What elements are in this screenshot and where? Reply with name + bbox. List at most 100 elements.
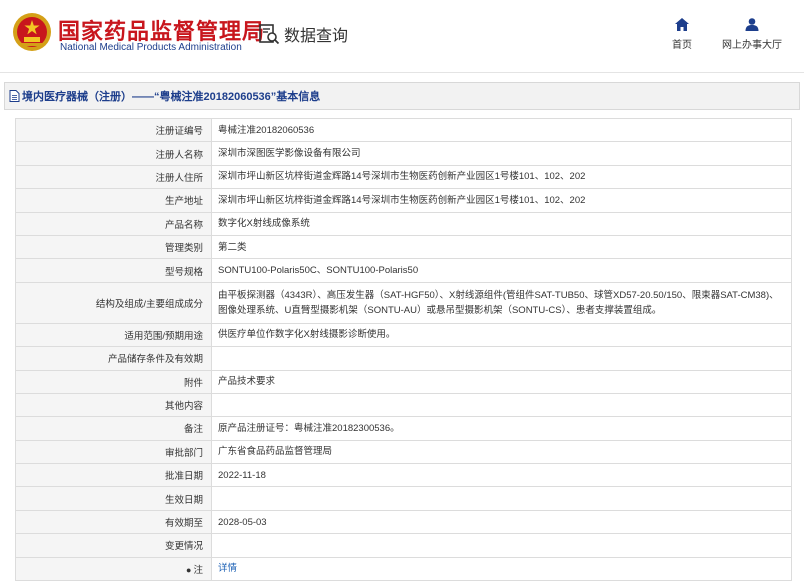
nav-online-service-hall-label: 网上办事大厅 (722, 40, 782, 51)
field-value-text: 原产品注册证号：粤械注准20182300536。 (218, 422, 400, 434)
field-value (211, 486, 792, 511)
table-row: 适用范围/预期用途 供医疗单位作数字化X射线摄影诊断使用。 (15, 322, 792, 348)
field-value: 深圳市坪山新区坑梓街道金辉路14号深圳市生物医药创新产业园区1号楼101、102… (211, 188, 792, 213)
field-value: 产品技术要求 (211, 369, 792, 394)
home-icon (675, 18, 689, 31)
field-value: 数字化X射线成像系统 (211, 211, 792, 236)
pin-icon: ● (186, 564, 192, 575)
field-value: 第二类 (211, 234, 792, 260)
field-value: 广东省食品药品监督管理局 (211, 439, 792, 465)
table-row: 生效日期 (15, 486, 792, 511)
field-label-text: 注册人名称 (155, 149, 203, 161)
field-value-text: 2028-05-03 (218, 516, 267, 528)
field-label-text: 产品储存条件及有效期 (107, 354, 203, 366)
site-name-en[interactable]: National Medical Products Administration (60, 42, 242, 53)
field-value-text: 深圳市坪山新区坑梓街道金辉路14号深圳市生物医药创新产业园区1号楼101、102… (218, 171, 586, 183)
field-label: 产品名称 (15, 211, 212, 236)
field-value-text: 深圳市坪山新区坑梓街道金辉路14号深圳市生物医药创新产业园区1号楼101、102… (218, 194, 586, 206)
field-label-text: 批准日期 (164, 471, 203, 483)
field-value: 供医疗单位作数字化X射线摄影诊断使用。 (211, 322, 792, 348)
field-value (211, 392, 792, 418)
field-value-text: SONTU100-Polaris50C、SONTU100-Polaris50 (218, 265, 419, 277)
field-label: 型号规格 (15, 258, 212, 283)
field-value-text: 广东省食品药品监督管理局 (218, 446, 333, 458)
field-label-text: 注 (193, 564, 203, 576)
field-label-text: 生效日期 (164, 494, 203, 506)
field-label: 审批部门 (15, 439, 212, 465)
field-value-text: 由平板探测器（4343R）、高压发生器（SAT-HGF50）、X射线源组件(管组… (218, 289, 779, 316)
field-label-text: 有效期至 (164, 518, 203, 530)
document-icon (9, 90, 20, 102)
field-label: 注册人名称 (15, 141, 212, 166)
field-label-text: 注册证编号 (155, 126, 203, 138)
field-value-text: 第二类 (218, 241, 247, 253)
field-value-text: 2022-11-18 (218, 469, 266, 481)
field-value: SONTU100-Polaris50C、SONTU100-Polaris50 (211, 258, 792, 283)
registration-info-table: 注册证编号 粤械注准20182060536 注册人名称 深圳市深图医学影像设备有限公司… (15, 117, 792, 581)
details-link[interactable]: 详情 (218, 563, 237, 574)
user-icon (745, 18, 759, 31)
page-title: 境内医疗器械（注册）——“粤械注准20182060536”基本信息 (22, 91, 321, 103)
table-row: 产品名称 数字化X射线成像系统 (15, 211, 792, 236)
field-label-text: 注册人住所 (155, 172, 203, 184)
table-row: 型号规格 SONTU100-Polaris50C、SONTU100-Polaris… (15, 258, 792, 283)
field-label-text: 附件 (183, 377, 203, 389)
field-value (211, 346, 792, 371)
table-row: 批准日期 2022-11-18 (15, 463, 792, 488)
field-label-text: 审批部门 (164, 447, 203, 459)
nav-home[interactable]: 首页 (672, 18, 692, 51)
field-label: 生产地址 (15, 188, 212, 213)
nav-home-label: 首页 (672, 40, 692, 51)
field-value-text: 粤械注准20182060536 (218, 124, 315, 136)
table-row: 审批部门 广东省食品药品监督管理局 (15, 439, 792, 465)
field-value: 深圳市坪山新区坑梓街道金辉路14号深圳市生物医药创新产业园区1号楼101、102… (211, 164, 792, 190)
table-row: 产品储存条件及有效期 (15, 346, 792, 371)
page-title-bar: 境内医疗器械（注册）——“粤械注准20182060536”基本信息 (4, 82, 800, 110)
field-label-text: 备注 (183, 424, 203, 436)
field-label: 产品储存条件及有效期 (15, 346, 212, 371)
field-label: ● 注 (15, 556, 212, 581)
main-content: 境内医疗器械（注册）——“粤械注准20182060536”基本信息 注册证编号 粤… (0, 82, 804, 581)
field-value: 2022-11-18 (211, 463, 792, 488)
data-query-link[interactable]: 数据查询 (258, 22, 348, 46)
table-row: 附件 产品技术要求 (15, 369, 792, 394)
table-row: 结构及组成/主要组成成分 由平板探测器（4343R）、高压发生器（SAT-HGF5… (15, 281, 792, 324)
field-label-text: 结构及组成/主要组成成分 (95, 298, 203, 310)
site-header: 国家药品监督管理局 National Medical Products Admi… (0, 0, 804, 73)
field-value: 粤械注准20182060536 (211, 117, 792, 143)
field-value (211, 533, 792, 558)
field-value: 原产品注册证号：粤械注准20182300536。 (211, 416, 792, 441)
field-label-text: 变更情况 (164, 541, 203, 553)
field-label: 有效期至 (15, 509, 212, 535)
field-label: 结构及组成/主要组成成分 (15, 281, 212, 324)
field-value-text: 深圳市深图医学影像设备有限公司 (218, 148, 361, 160)
field-label: 附件 (15, 369, 212, 394)
field-label: 生效日期 (15, 486, 212, 511)
field-label-text: 适用范围/预期用途 (124, 330, 203, 342)
field-label: 其他内容 (15, 392, 212, 418)
field-label: 管理类别 (15, 234, 212, 260)
field-label: 注册证编号 (15, 117, 212, 143)
table-row: 有效期至 2028-05-03 (15, 509, 792, 535)
field-value-text: 供医疗单位作数字化X射线摄影诊断使用。 (218, 329, 396, 341)
table-row: 注册人名称 深圳市深图医学影像设备有限公司 (15, 141, 792, 166)
document-search-icon (259, 24, 280, 45)
table-row: 其他内容 (15, 392, 792, 418)
field-label-text: 其他内容 (164, 401, 203, 413)
field-value: 由平板探测器（4343R）、高压发生器（SAT-HGF50）、X射线源组件(管组… (211, 281, 792, 324)
field-value: 详情 (211, 556, 792, 581)
field-value: 深圳市深图医学影像设备有限公司 (211, 141, 792, 166)
field-value-text: 产品技术要求 (218, 376, 276, 388)
field-label-text: 管理类别 (164, 243, 203, 255)
field-label: 适用范围/预期用途 (15, 322, 212, 348)
field-label-text: 型号规格 (164, 266, 203, 278)
table-row: 备注 原产品注册证号：粤械注准20182300536。 (15, 416, 792, 441)
field-label: 备注 (15, 416, 212, 441)
field-label: 注册人住所 (15, 164, 212, 190)
table-row: 管理类别 第二类 (15, 234, 792, 260)
nav-online-service-hall[interactable]: 网上办事大厅 (722, 18, 782, 51)
table-row: ● 注详情 (15, 556, 792, 581)
table-row: 生产地址 深圳市坪山新区坑梓街道金辉路14号深圳市生物医药创新产业园区1号楼101… (15, 188, 792, 213)
national-emblem-icon (13, 13, 51, 51)
field-value: 2028-05-03 (211, 509, 792, 535)
